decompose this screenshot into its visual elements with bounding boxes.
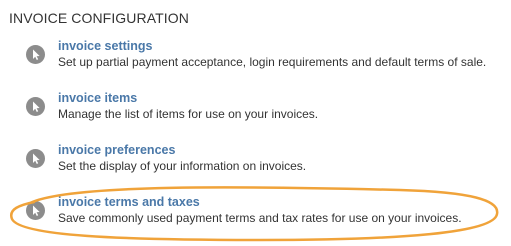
invoice-settings-description: Set up partial payment acceptance, login… [58,55,487,69]
menu-item-invoice-terms-and-taxes[interactable]: invoice terms and taxes Save commonly us… [26,195,506,231]
invoice-terms-and-taxes-link[interactable]: invoice terms and taxes [58,195,200,209]
invoice-settings-link[interactable]: invoice settings [58,39,152,53]
menu-item-invoice-items[interactable]: invoice items Manage the list of items f… [26,91,506,127]
section-title: INVOICE CONFIGURATION [9,10,189,26]
invoice-preferences-description: Set the display of your information on i… [58,159,307,173]
cursor-arrow-icon [26,97,45,116]
invoice-preferences-link[interactable]: invoice preferences [58,143,175,157]
invoice-items-description: Manage the list of items for use on your… [58,107,319,121]
menu-item-invoice-preferences[interactable]: invoice preferences Set the display of y… [26,143,506,179]
cursor-arrow-icon [26,45,45,64]
menu-item-invoice-settings[interactable]: invoice settings Set up partial payment … [26,39,506,75]
invoice-items-link[interactable]: invoice items [58,91,137,105]
invoice-terms-and-taxes-description: Save commonly used payment terms and tax… [58,211,462,225]
cursor-arrow-icon [26,201,45,220]
cursor-arrow-icon [26,149,45,168]
